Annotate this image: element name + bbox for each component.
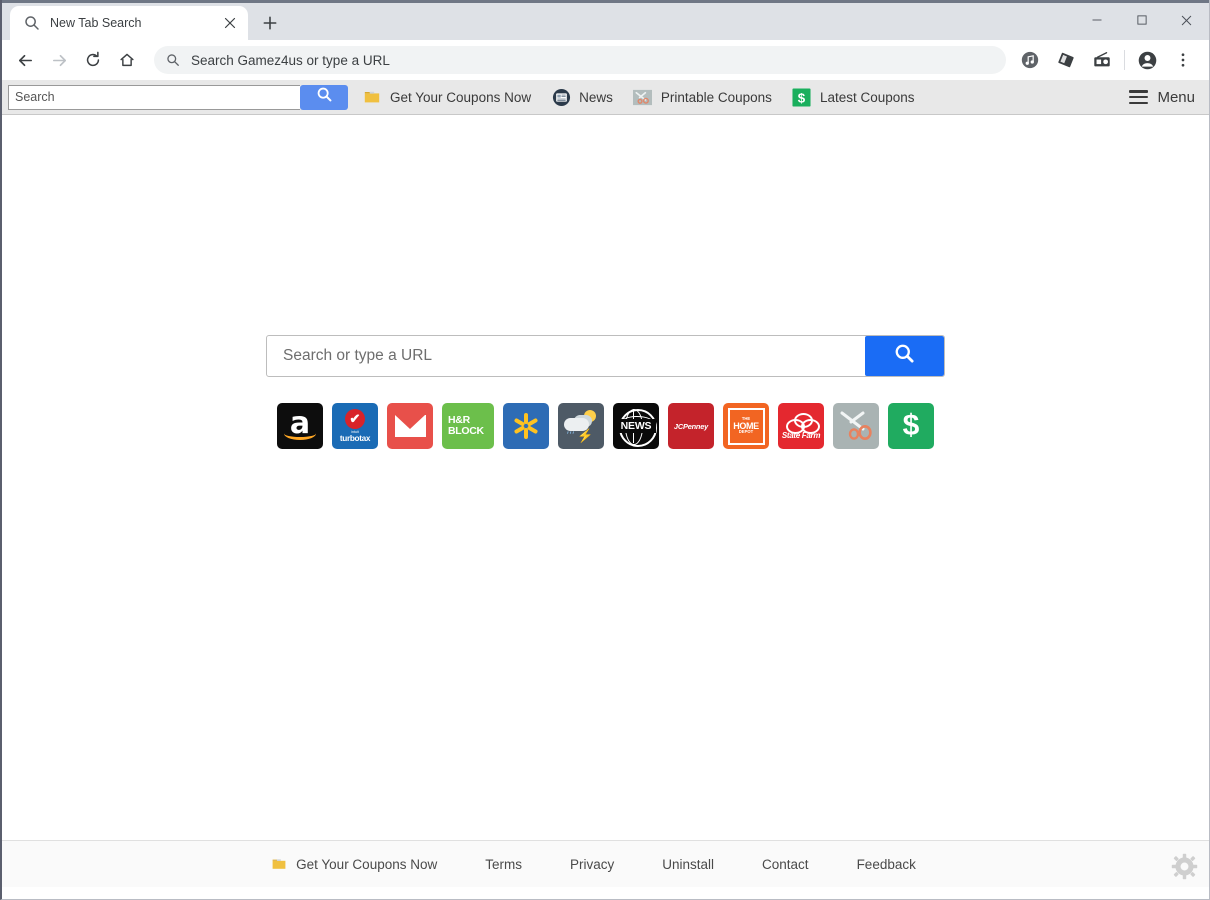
tile-label: NEWS (616, 419, 656, 433)
extension-puzzle-icon[interactable] (1051, 45, 1081, 75)
tile-label: JCPenney (673, 421, 709, 431)
search-icon (24, 15, 40, 31)
reload-icon[interactable] (78, 45, 108, 75)
minimize-icon[interactable] (1074, 3, 1119, 37)
extension-menu-button[interactable]: Menu (1129, 89, 1195, 106)
window-top-accent (2, 0, 1209, 3)
search-icon (893, 342, 916, 370)
scissors-icon (633, 87, 653, 107)
yellow-folder-icon (271, 856, 287, 872)
title-bar: New Tab Search (2, 0, 1209, 40)
ext-link-label: News (579, 89, 613, 105)
extension-search-button[interactable] (300, 84, 348, 110)
main-search-input[interactable]: Search or type a URL (267, 336, 865, 376)
ext-link-get-your-coupons-now[interactable]: Get Your Coupons Now (362, 80, 531, 114)
tile-printable-coupons[interactable] (833, 403, 879, 449)
maximize-icon[interactable] (1119, 3, 1164, 37)
new-tab-page: Search or type a URL a ✔ intuit turbotax (2, 115, 1209, 887)
ext-link-printable-coupons[interactable]: Printable Coupons (633, 80, 772, 114)
navigation-toolbar: Search Gamez4us or type a URL (2, 40, 1209, 80)
tile-turbotax[interactable]: ✔ intuit turbotax (332, 403, 378, 449)
music-note-icon[interactable] (1015, 45, 1045, 75)
footer-link-label: Privacy (569, 856, 615, 872)
gear-icon[interactable] (1169, 851, 1199, 881)
scissors-icon (836, 404, 876, 449)
main-search-bar: Search or type a URL (266, 335, 945, 377)
search-icon (166, 53, 181, 68)
yellow-folder-icon (362, 87, 382, 107)
home-icon[interactable] (112, 45, 142, 75)
footer-link-privacy[interactable]: Privacy (570, 857, 614, 872)
browser-tab[interactable]: New Tab Search (10, 6, 248, 40)
footer-link-label: Contact (762, 856, 809, 872)
new-tab-button[interactable] (256, 9, 284, 37)
tile-label-line2: BLOCK (448, 425, 484, 437)
shortcut-tiles: a ✔ intuit turbotax H&R BLOCK ′′′ ⚡ NEWS… (277, 403, 934, 449)
tile-latest-coupons[interactable]: $ (888, 403, 934, 449)
ext-link-latest-coupons[interactable]: $ Latest Coupons (792, 80, 915, 114)
tile-label-line3: DEPOT (738, 429, 754, 435)
search-section: Search or type a URL a ✔ intuit turbotax (2, 335, 1209, 449)
ext-link-label: Printable Coupons (660, 89, 772, 105)
amazon-smile-icon (284, 427, 316, 440)
tile-label: $ (902, 409, 920, 442)
footer-link-label: Feedback (856, 856, 916, 872)
svg-text:$: $ (798, 90, 806, 105)
extension-search-group: Search (8, 84, 348, 110)
window-controls (1074, 3, 1209, 37)
tile-statefarm[interactable]: State Farm (778, 403, 824, 449)
tile-jcpenney[interactable]: JCPenney (668, 403, 714, 449)
hamburger-icon (1129, 90, 1149, 104)
tile-weather[interactable]: ′′′ ⚡ (558, 403, 604, 449)
browser-window: New Tab Search Search Gamez4us or type a… (0, 0, 1210, 900)
toolbar-actions (1012, 45, 1201, 75)
profile-avatar-icon[interactable] (1132, 45, 1162, 75)
tile-label: turbotax (339, 434, 371, 443)
toolbar-divider (1124, 50, 1125, 70)
footer-link-feedback[interactable]: Feedback (857, 857, 916, 872)
search-icon (316, 86, 333, 108)
tile-gmail[interactable] (387, 403, 433, 449)
forward-arrow-icon (44, 45, 74, 75)
check-icon: ✔ (345, 409, 365, 429)
footer-links: Get Your Coupons Now Terms Privacy Unins… (271, 856, 940, 872)
extension-toolbar: Search Get Your Coupons Now News Printab… (2, 80, 1209, 115)
tile-hrblock[interactable]: H&R BLOCK (442, 403, 494, 449)
tile-homedepot[interactable]: THE HOME DEPOT (723, 403, 769, 449)
tab-title: New Tab Search (50, 16, 142, 30)
extension-search-input[interactable]: Search (8, 84, 300, 110)
ext-link-label: Latest Coupons (819, 89, 915, 105)
back-arrow-icon[interactable] (10, 45, 40, 75)
green-dollar-icon: $ (792, 87, 812, 107)
lightning-icon: ⚡ (577, 428, 594, 443)
homedepot-box-icon: THE HOME DEPOT (727, 407, 765, 445)
footer-link-get-your-coupons-now[interactable]: Get Your Coupons Now (271, 856, 437, 872)
tile-amazon[interactable]: a (277, 403, 323, 449)
close-icon[interactable] (220, 13, 240, 33)
envelope-icon (394, 415, 426, 437)
ext-link-label: Get Your Coupons Now (390, 89, 532, 105)
three-dot-menu-icon[interactable] (1168, 45, 1198, 75)
close-icon[interactable] (1164, 3, 1209, 37)
statefarm-ovals-icon (786, 412, 820, 434)
footer-link-terms[interactable]: Terms (485, 857, 522, 872)
footer-link-contact[interactable]: Contact (762, 857, 809, 872)
footer-link-uninstall[interactable]: Uninstall (662, 857, 714, 872)
footer-link-label: Uninstall (662, 856, 715, 872)
newspaper-circle-icon (551, 87, 571, 107)
ext-link-news[interactable]: News (551, 80, 613, 114)
footer-link-label: Get Your Coupons Now (296, 856, 438, 872)
rain-icon: ′′′ (567, 430, 576, 440)
radio-icon[interactable] (1087, 45, 1117, 75)
footer-link-label: Terms (485, 856, 522, 872)
address-bar-text: Search Gamez4us or type a URL (191, 52, 390, 68)
walmart-spark-icon (511, 411, 541, 441)
address-bar[interactable]: Search Gamez4us or type a URL (154, 46, 1006, 74)
extension-menu-label: Menu (1157, 88, 1195, 106)
main-search-button[interactable] (865, 336, 944, 376)
tile-news[interactable]: NEWS (613, 403, 659, 449)
page-footer: Get Your Coupons Now Terms Privacy Unins… (2, 840, 1209, 887)
tile-walmart[interactable] (503, 403, 549, 449)
